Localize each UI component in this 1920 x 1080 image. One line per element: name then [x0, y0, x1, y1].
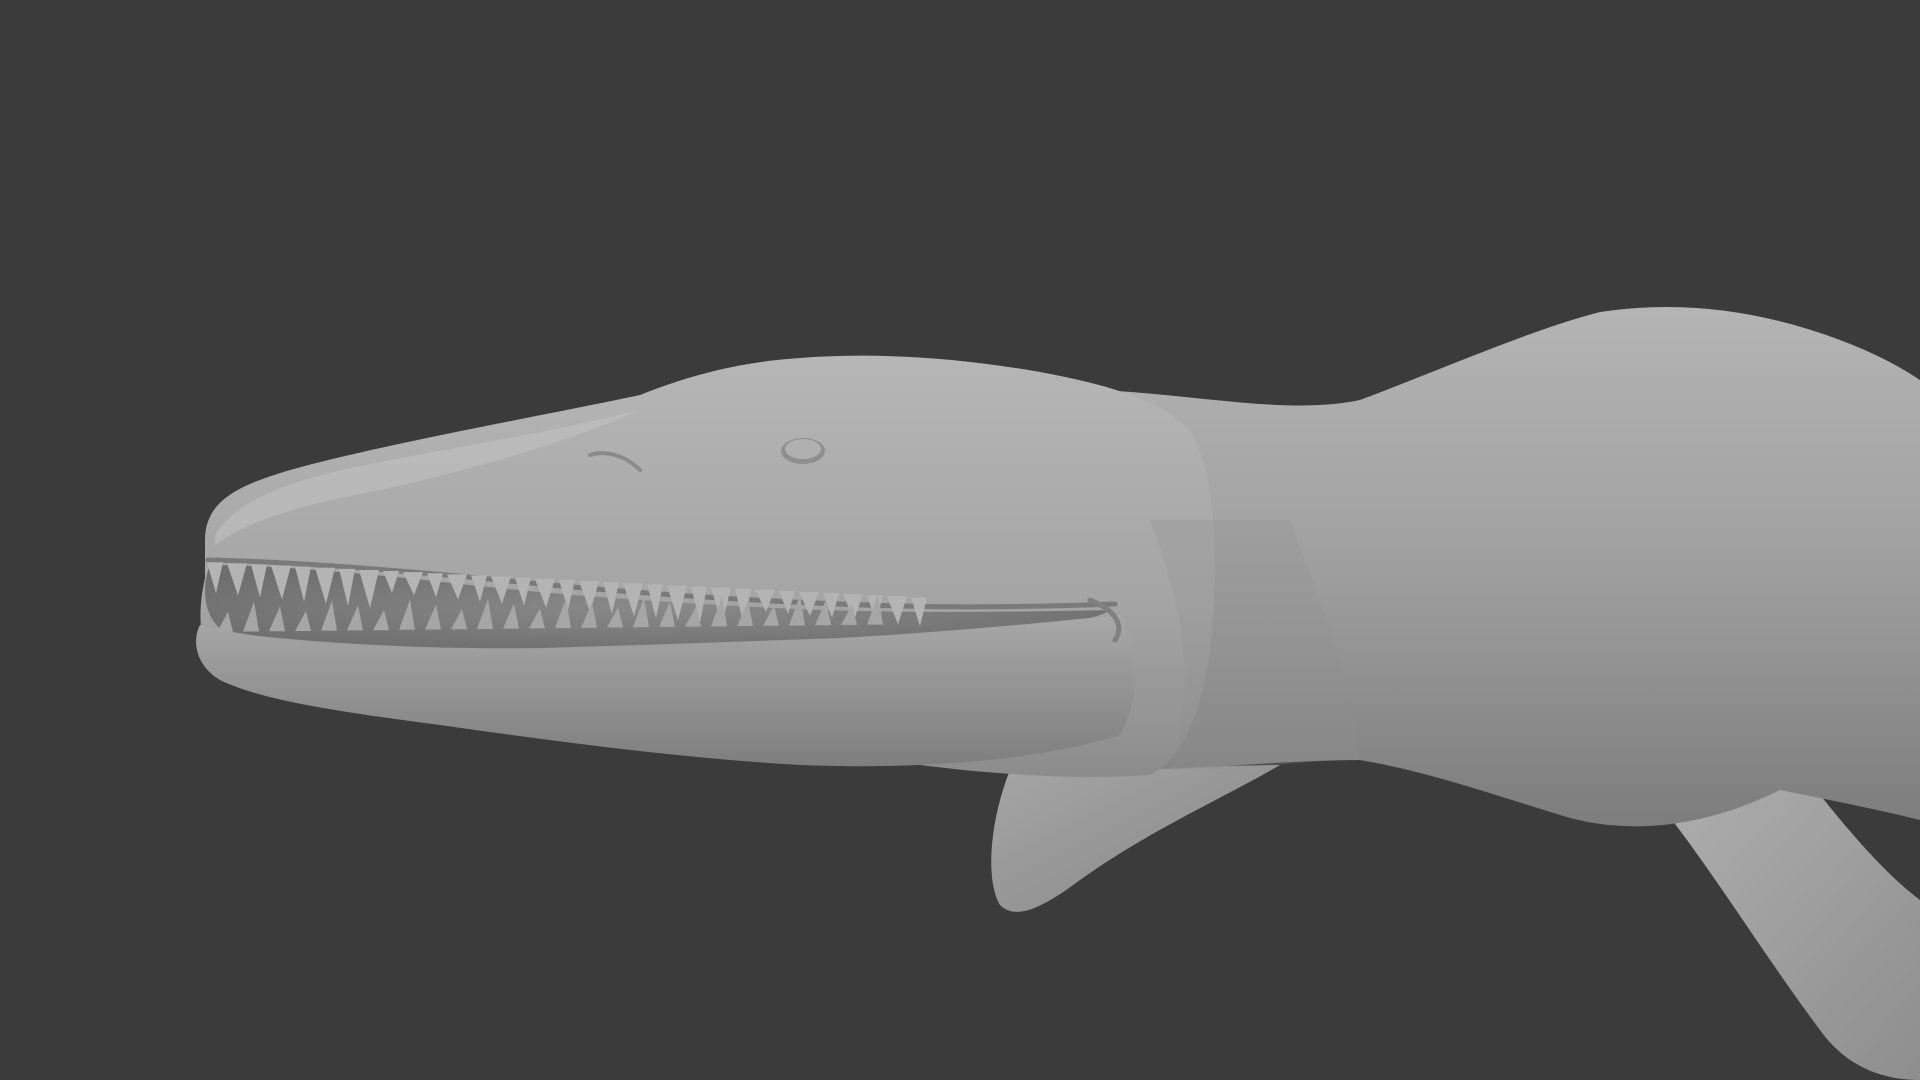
viewport-canvas[interactable]: [0, 0, 1920, 1080]
eye: [781, 438, 825, 464]
3d-viewport[interactable]: [0, 0, 1920, 1080]
